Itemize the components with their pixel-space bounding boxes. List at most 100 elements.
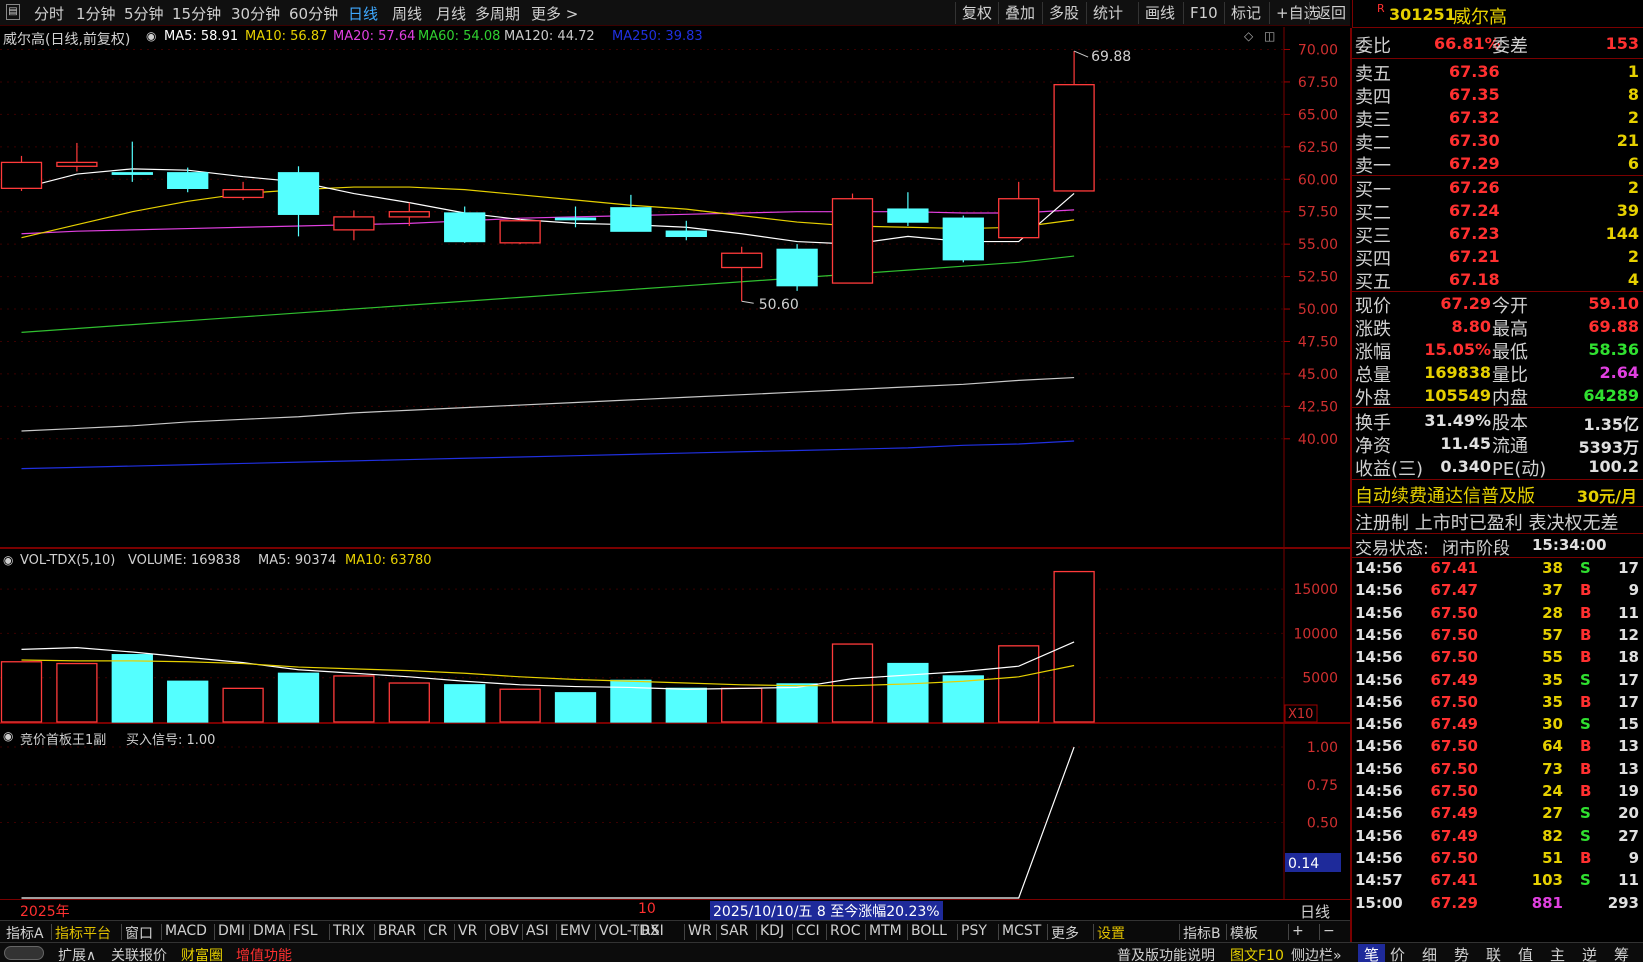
status-item-4[interactable]: 普及版功能说明: [1117, 945, 1215, 962]
indicator-tab-23[interactable]: PSY: [961, 923, 987, 939]
indicator-tab-21[interactable]: MTM: [869, 923, 902, 939]
side-tab-5[interactable]: 值: [1518, 944, 1533, 962]
status-item-0[interactable]: 扩展∧: [58, 945, 96, 962]
stat-value2: 2.64: [1599, 363, 1639, 382]
tab-separator: [485, 924, 486, 940]
tick-price: 67.50: [1430, 692, 1478, 711]
tick-price: 67.49: [1430, 804, 1478, 823]
indicator-tab-9[interactable]: CR: [428, 923, 448, 939]
side-tab-3[interactable]: 势: [1454, 944, 1469, 962]
indicator-tab-7[interactable]: TRIX: [333, 923, 365, 939]
side-tab-6[interactable]: 主: [1550, 944, 1565, 962]
status-item-6[interactable]: 侧边栏»: [1291, 945, 1342, 962]
news-text[interactable]: 注册制 上市时已盈利 表决权无差: [1355, 509, 1618, 535]
tick-time: 14:56: [1355, 625, 1403, 644]
side-tab-2[interactable]: 细: [1422, 944, 1437, 962]
indicator-tab-19[interactable]: CCI: [796, 923, 820, 939]
indicator-tab-11[interactable]: OBV: [489, 923, 519, 939]
tick-price: 67.50: [1430, 759, 1478, 778]
tick-volume: 24: [1542, 782, 1563, 800]
indicator-tab-2[interactable]: 窗口: [125, 923, 153, 943]
candle-body: [554, 217, 597, 221]
status-item-5[interactable]: 图文F10: [1230, 945, 1284, 962]
indicator-tick-label: 0.75: [1307, 778, 1338, 794]
tick-price: 67.50: [1430, 648, 1478, 667]
indicator-tab-3[interactable]: MACD: [165, 923, 207, 939]
side-tab-7[interactable]: 逆: [1582, 944, 1597, 962]
indicator-tab-18[interactable]: KDJ: [760, 923, 784, 939]
collapse-icon[interactable]: ◉: [3, 553, 13, 567]
ma250-line: [21, 440, 1075, 470]
indicator-tab-15[interactable]: RSI: [641, 923, 664, 939]
indicator-tab-26[interactable]: 设置: [1097, 923, 1125, 943]
volume-bar: [610, 679, 652, 723]
indicator-tab-0[interactable]: 指标A: [6, 923, 44, 943]
indicator-tab-30[interactable]: −: [1323, 923, 1335, 939]
tick-direction: S: [1580, 871, 1591, 890]
tick-time: 14:56: [1355, 715, 1403, 734]
tick-direction: B: [1580, 737, 1592, 756]
promo-text[interactable]: 自动续费通达信普及版: [1355, 482, 1535, 508]
tick-direction: B: [1580, 848, 1592, 867]
tick-time: 14:56: [1355, 759, 1403, 778]
trade-state: 闭市阶段: [1442, 539, 1510, 559]
tick-direction: B: [1580, 581, 1592, 600]
price-tick-label: 57.50: [1298, 205, 1338, 221]
tab-separator: [1226, 924, 1227, 940]
promo-price[interactable]: 30元/月: [1577, 483, 1637, 507]
buy-level-volume: 2: [1627, 178, 1639, 197]
indicator-tab-12[interactable]: ASI: [526, 923, 549, 939]
stat-value2: 100.2: [1588, 457, 1639, 476]
stat-value2: 58.36: [1588, 340, 1639, 359]
indicator-tab-17[interactable]: SAR: [720, 923, 748, 939]
indicator-tab-20[interactable]: ROC: [830, 923, 861, 939]
tick-count: 13: [1618, 759, 1639, 778]
volume-indicator-name: VOL-TDX(5,10): [20, 553, 116, 568]
indicator-tab-28[interactable]: 模板: [1230, 923, 1258, 943]
indicator-tab-25[interactable]: 更多: [1051, 923, 1079, 943]
side-tab-1[interactable]: 价: [1390, 944, 1405, 962]
side-tab-8[interactable]: 筹: [1614, 944, 1629, 962]
status-item-1[interactable]: 关联报价: [111, 945, 167, 962]
volume-bar: [1053, 570, 1095, 723]
tick-count: 18: [1618, 648, 1639, 667]
sell-level-volume: 21: [1616, 131, 1639, 150]
tick-count: 13: [1618, 737, 1639, 756]
volume-bar: [942, 675, 984, 723]
indicator-tab-6[interactable]: FSL: [293, 923, 318, 939]
candle-body: [665, 230, 707, 238]
weici-value: 153: [1605, 34, 1639, 53]
indicator-tab-10[interactable]: VR: [458, 923, 477, 939]
stat-label2: PE(动): [1492, 459, 1547, 480]
status-item-2[interactable]: 财富圈: [181, 945, 223, 962]
tick-direction: B: [1580, 692, 1592, 711]
collapse-icon[interactable]: ◉: [3, 729, 13, 743]
volume-bar: [111, 654, 153, 723]
indicator-tab-27[interactable]: 指标B: [1183, 923, 1221, 943]
tick-direction: S: [1580, 670, 1591, 689]
volume-bar: [554, 692, 597, 723]
toggle-switch[interactable]: [4, 946, 44, 960]
price-tick-label: 60.00: [1298, 172, 1338, 188]
indicator-tab-5[interactable]: DMA: [253, 923, 285, 939]
side-tab-0[interactable]: 笔: [1358, 944, 1386, 962]
tick-count: 15: [1618, 715, 1639, 734]
indicator-tab-13[interactable]: EMV: [560, 923, 591, 939]
status-item-3[interactable]: 增值功能: [236, 945, 292, 962]
tick-count: 19: [1618, 782, 1639, 800]
stat-value2: 59.10: [1588, 294, 1639, 313]
side-tab-4[interactable]: 联: [1486, 944, 1501, 962]
stat-value2: 5393万: [1578, 438, 1639, 457]
indicator-tab-4[interactable]: DMI: [218, 923, 245, 939]
indicator-tab-16[interactable]: WR: [688, 923, 712, 939]
indicator-tab-24[interactable]: MCST: [1002, 923, 1041, 939]
sell-level-price: 67.36: [1449, 62, 1500, 81]
indicator-tab-22[interactable]: BOLL: [911, 923, 947, 939]
price-tick-label: 67.50: [1298, 75, 1338, 91]
indicator-tab-8[interactable]: BRAR: [378, 923, 416, 939]
tick-direction: S: [1580, 804, 1591, 823]
indicator-legend: ◉ 竞价首板王1副 买入信号: 1.00: [0, 727, 1290, 748]
indicator-tab-1[interactable]: 指标平台: [55, 923, 111, 943]
tab-separator: [454, 924, 455, 940]
indicator-tab-29[interactable]: +: [1292, 923, 1304, 939]
